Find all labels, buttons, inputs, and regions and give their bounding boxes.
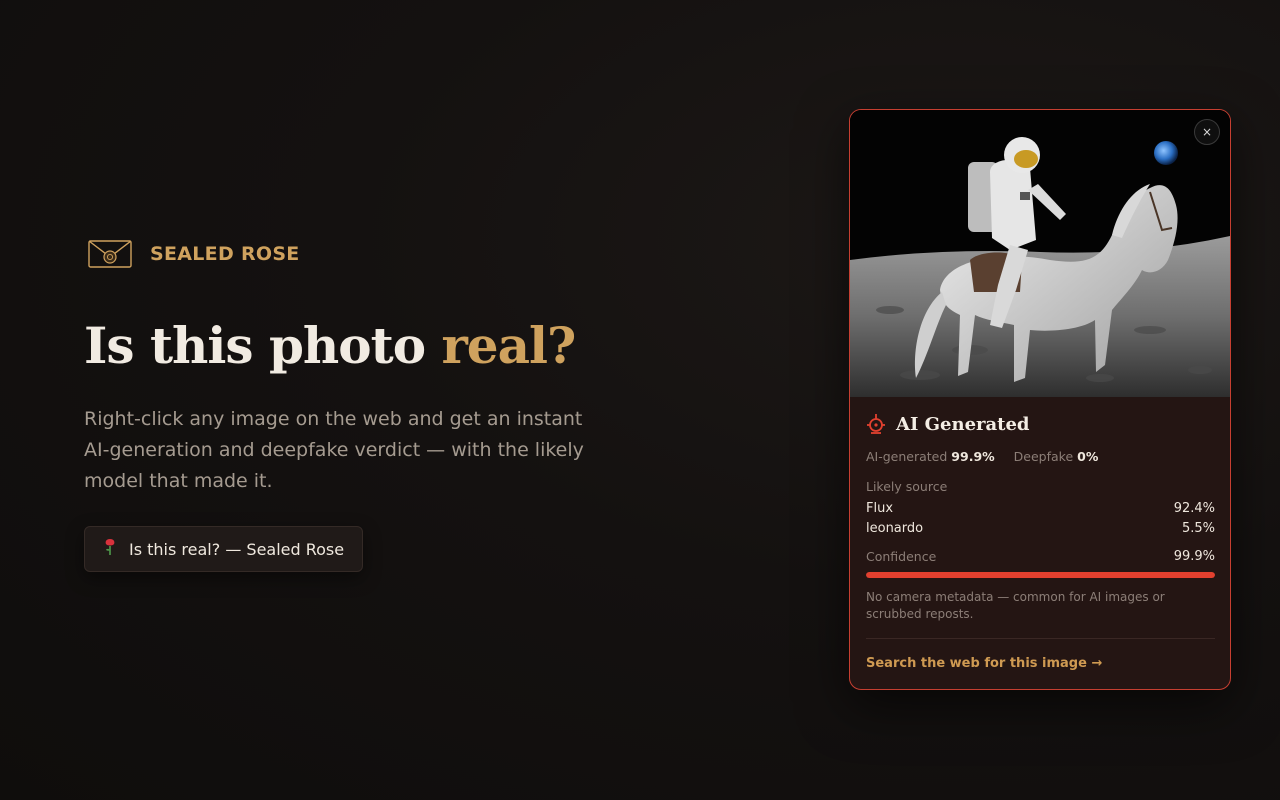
metadata-note: No camera metadata — common for AI image… <box>866 590 1165 621</box>
hero-subtitle: Right-click any image on the web and get… <box>84 408 584 492</box>
likely-source-label: Likely source <box>866 479 948 494</box>
source-row: leonardo 5.5% <box>866 521 1215 536</box>
divider <box>866 638 1215 639</box>
cta-label: Is this real? — Sealed Rose <box>129 539 345 559</box>
envelope-seal-icon <box>88 240 132 268</box>
brand: SEALED ROSE <box>88 238 300 270</box>
analyzed-image: × <box>850 110 1230 397</box>
deepfake-label: Deepfake <box>1013 449 1074 464</box>
close-button[interactable]: × <box>1194 119 1220 145</box>
headline-accent: real? <box>441 316 576 375</box>
confidence-bar-fill <box>866 572 1215 578</box>
source-value: 5.5% <box>1181 521 1215 536</box>
source-value: 92.4% <box>1173 501 1215 516</box>
deepfake-value: 0% <box>1077 449 1099 464</box>
search-web-link[interactable]: Search the web for this image → <box>866 656 1102 671</box>
confidence-row: Confidence 99.9% <box>866 549 1215 564</box>
confidence-label: Confidence <box>866 549 937 564</box>
source-name: leonardo <box>866 521 924 536</box>
ai-generated-value: 99.9% <box>951 449 995 464</box>
page-title: Is this photo real? <box>84 316 576 375</box>
score-summary: AI-generated 99.9% Deepfake 0% <box>866 449 1098 464</box>
source-row: Flux 92.4% <box>866 501 1215 516</box>
brand-name: SEALED ROSE <box>150 243 300 265</box>
context-menu-item-check-image[interactable]: Is this real? — Sealed Rose <box>84 526 364 572</box>
ai-generated-stat: AI-generated 99.9% <box>866 449 995 464</box>
source-name: Flux <box>866 501 894 516</box>
headline-main: Is this photo <box>84 316 442 375</box>
alert-icon <box>867 414 885 434</box>
verdict-title: AI Generated <box>896 413 1030 435</box>
confidence-bar <box>866 572 1215 578</box>
confidence-value: 99.9% <box>1173 549 1215 564</box>
deepfake-stat: Deepfake 0% <box>1014 449 1099 464</box>
rose-icon <box>103 538 117 560</box>
verdict-card: × AI Generated AI-generated 99.9% Deepfa… <box>849 109 1231 690</box>
verdict-header: AI Generated <box>866 413 1030 435</box>
ai-generated-label: AI-generated <box>866 449 948 464</box>
